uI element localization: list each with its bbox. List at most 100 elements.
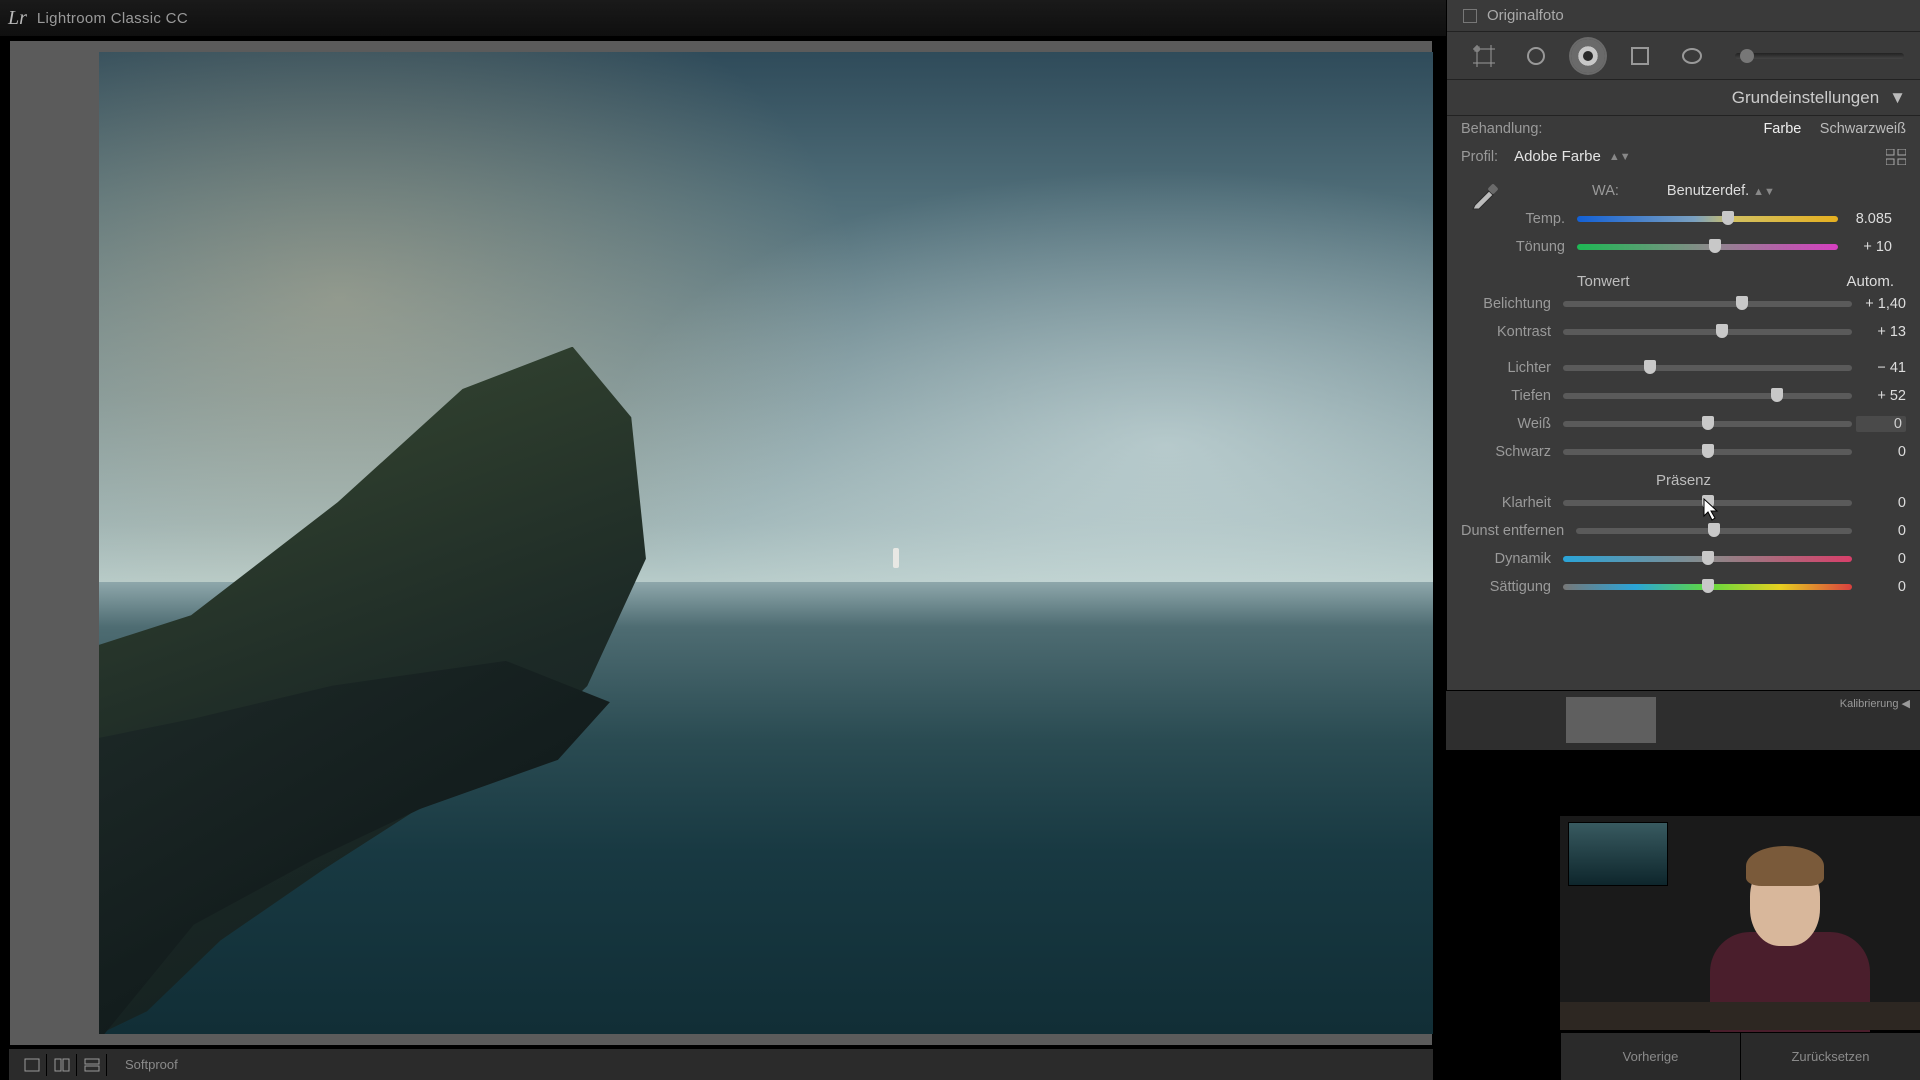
dehaze-label: Dunst entfernen bbox=[1461, 523, 1572, 539]
exposure-value[interactable]: + 1,40 bbox=[1856, 296, 1906, 312]
slider-knob[interactable] bbox=[1716, 324, 1728, 338]
slider-knob[interactable] bbox=[1771, 388, 1783, 402]
view-before-after-tb-icon[interactable] bbox=[77, 1054, 107, 1076]
checkbox-icon[interactable] bbox=[1463, 9, 1477, 23]
profile-row: Profil: Adobe Farbe ▲▼ bbox=[1447, 142, 1920, 171]
tint-value[interactable]: + 10 bbox=[1842, 239, 1892, 255]
crop-tool-icon[interactable] bbox=[1467, 39, 1501, 73]
slider-knob[interactable] bbox=[1702, 444, 1714, 458]
local-tools-row bbox=[1447, 32, 1920, 80]
slider-knob[interactable] bbox=[1702, 551, 1714, 565]
dehaze-slider[interactable] bbox=[1576, 528, 1852, 534]
snapshot-thumb[interactable] bbox=[1566, 697, 1656, 743]
photo-viewport[interactable] bbox=[9, 40, 1433, 1046]
pip-hair bbox=[1746, 846, 1824, 886]
whites-row: Weiß 0 bbox=[1447, 410, 1920, 438]
profile-label: Profil: bbox=[1461, 149, 1498, 165]
pip-desk bbox=[1560, 1002, 1920, 1030]
vibrance-row: Dynamik 0 bbox=[1447, 545, 1920, 573]
slider-knob[interactable] bbox=[1722, 211, 1734, 225]
whites-slider[interactable] bbox=[1563, 421, 1852, 427]
contrast-label: Kontrast bbox=[1461, 324, 1559, 340]
app-name: Lightroom Classic CC bbox=[37, 10, 188, 27]
temp-slider[interactable] bbox=[1577, 216, 1838, 222]
slider-knob[interactable] bbox=[1644, 360, 1656, 374]
eyedropper-icon[interactable] bbox=[1469, 179, 1501, 211]
vibrance-value[interactable]: 0 bbox=[1856, 551, 1906, 567]
slider-knob[interactable] bbox=[1736, 296, 1748, 310]
previous-button[interactable]: Vorherige bbox=[1560, 1033, 1740, 1080]
exposure-label: Belichtung bbox=[1461, 296, 1559, 312]
temp-label: Temp. bbox=[1475, 211, 1573, 227]
whites-label: Weiß bbox=[1461, 416, 1559, 432]
clarity-slider[interactable] bbox=[1563, 500, 1852, 506]
original-photo-toggle[interactable]: Originalfoto bbox=[1447, 0, 1920, 32]
history-strip: Kalibrierung ◀ bbox=[1446, 690, 1920, 750]
reset-button[interactable]: Zurücksetzen bbox=[1740, 1033, 1920, 1080]
vibrance-label: Dynamik bbox=[1461, 551, 1559, 567]
radial-tool-icon[interactable] bbox=[1675, 39, 1709, 73]
softproof-label[interactable]: Softproof bbox=[125, 1057, 178, 1072]
contrast-slider[interactable] bbox=[1563, 329, 1852, 335]
temp-value[interactable]: 8.085 bbox=[1842, 211, 1892, 227]
tint-row: Tönung + 10 bbox=[1461, 233, 1906, 261]
shadows-row: Tiefen + 52 bbox=[1447, 382, 1920, 410]
shadows-slider[interactable] bbox=[1563, 393, 1852, 399]
basic-panel-header[interactable]: Grundeinstellungen ▼ bbox=[1447, 80, 1920, 116]
webcam-pip bbox=[1560, 816, 1920, 1030]
redeye-tool-icon[interactable] bbox=[1571, 39, 1605, 73]
saturation-slider[interactable] bbox=[1563, 584, 1852, 590]
photo-canvas[interactable] bbox=[99, 52, 1433, 1034]
highlights-row: Lichter − 41 bbox=[1447, 354, 1920, 382]
tone-label: Tonwert bbox=[1577, 273, 1630, 290]
calibration-panel-label[interactable]: Kalibrierung ◀ bbox=[1840, 697, 1910, 710]
contrast-value[interactable]: + 13 bbox=[1856, 324, 1906, 340]
tint-slider[interactable] bbox=[1577, 244, 1838, 250]
gradient-tool-icon[interactable] bbox=[1623, 39, 1657, 73]
slider-knob[interactable] bbox=[1702, 416, 1714, 430]
slider-knob[interactable] bbox=[1702, 495, 1714, 509]
shadows-value[interactable]: + 52 bbox=[1856, 388, 1906, 404]
exposure-row: Belichtung + 1,40 bbox=[1447, 290, 1920, 318]
dropdown-arrows-icon: ▲▼ bbox=[1753, 186, 1775, 198]
develop-panel: Originalfoto Grundeinstellungen ▼ Behand… bbox=[1446, 0, 1920, 690]
view-before-after-lr-icon[interactable] bbox=[47, 1054, 77, 1076]
blacks-value[interactable]: 0 bbox=[1856, 444, 1906, 460]
clarity-value[interactable]: 0 bbox=[1856, 495, 1906, 511]
treatment-color-button[interactable]: Farbe bbox=[1763, 121, 1801, 137]
slider-knob[interactable] bbox=[1708, 523, 1720, 537]
collapse-icon[interactable]: ▼ bbox=[1889, 88, 1906, 108]
slider-knob[interactable] bbox=[1740, 49, 1754, 63]
highlights-value[interactable]: − 41 bbox=[1856, 360, 1906, 376]
view-loupe-icon[interactable] bbox=[17, 1054, 47, 1076]
profile-value[interactable]: Adobe Farbe bbox=[1514, 148, 1601, 165]
blacks-label: Schwarz bbox=[1461, 444, 1559, 460]
profile-stepper-icon[interactable]: ▲▼ bbox=[1609, 151, 1631, 163]
tint-label: Tönung bbox=[1475, 239, 1573, 255]
vibrance-slider[interactable] bbox=[1563, 556, 1852, 562]
slider-knob[interactable] bbox=[1702, 579, 1714, 593]
clarity-label: Klarheit bbox=[1461, 495, 1559, 511]
exposure-slider[interactable] bbox=[1563, 301, 1852, 307]
highlights-slider[interactable] bbox=[1563, 365, 1852, 371]
contrast-row: Kontrast + 13 bbox=[1447, 318, 1920, 346]
wb-preset-dropdown[interactable]: Benutzerdef. ▲▼ bbox=[1667, 183, 1775, 199]
brush-size-slider[interactable] bbox=[1735, 53, 1904, 59]
tone-heading: Tonwert Autom. bbox=[1447, 267, 1920, 290]
pip-wall-frame bbox=[1568, 822, 1668, 886]
treatment-bw-button[interactable]: Schwarzweiß bbox=[1820, 121, 1906, 137]
blacks-row: Schwarz 0 bbox=[1447, 438, 1920, 466]
shadows-label: Tiefen bbox=[1461, 388, 1559, 404]
blacks-slider[interactable] bbox=[1563, 449, 1852, 455]
whites-value[interactable]: 0 bbox=[1856, 416, 1906, 432]
slider-knob[interactable] bbox=[1709, 239, 1721, 253]
highlights-label: Lichter bbox=[1461, 360, 1559, 376]
spot-tool-icon[interactable] bbox=[1519, 39, 1553, 73]
dehaze-value[interactable]: 0 bbox=[1856, 523, 1906, 539]
saturation-row: Sättigung 0 bbox=[1447, 573, 1920, 601]
auto-tone-button[interactable]: Autom. bbox=[1846, 273, 1894, 290]
saturation-value[interactable]: 0 bbox=[1856, 579, 1906, 595]
profile-browser-icon[interactable] bbox=[1886, 149, 1906, 165]
saturation-label: Sättigung bbox=[1461, 579, 1559, 595]
clarity-row: Klarheit 0 bbox=[1447, 489, 1920, 517]
